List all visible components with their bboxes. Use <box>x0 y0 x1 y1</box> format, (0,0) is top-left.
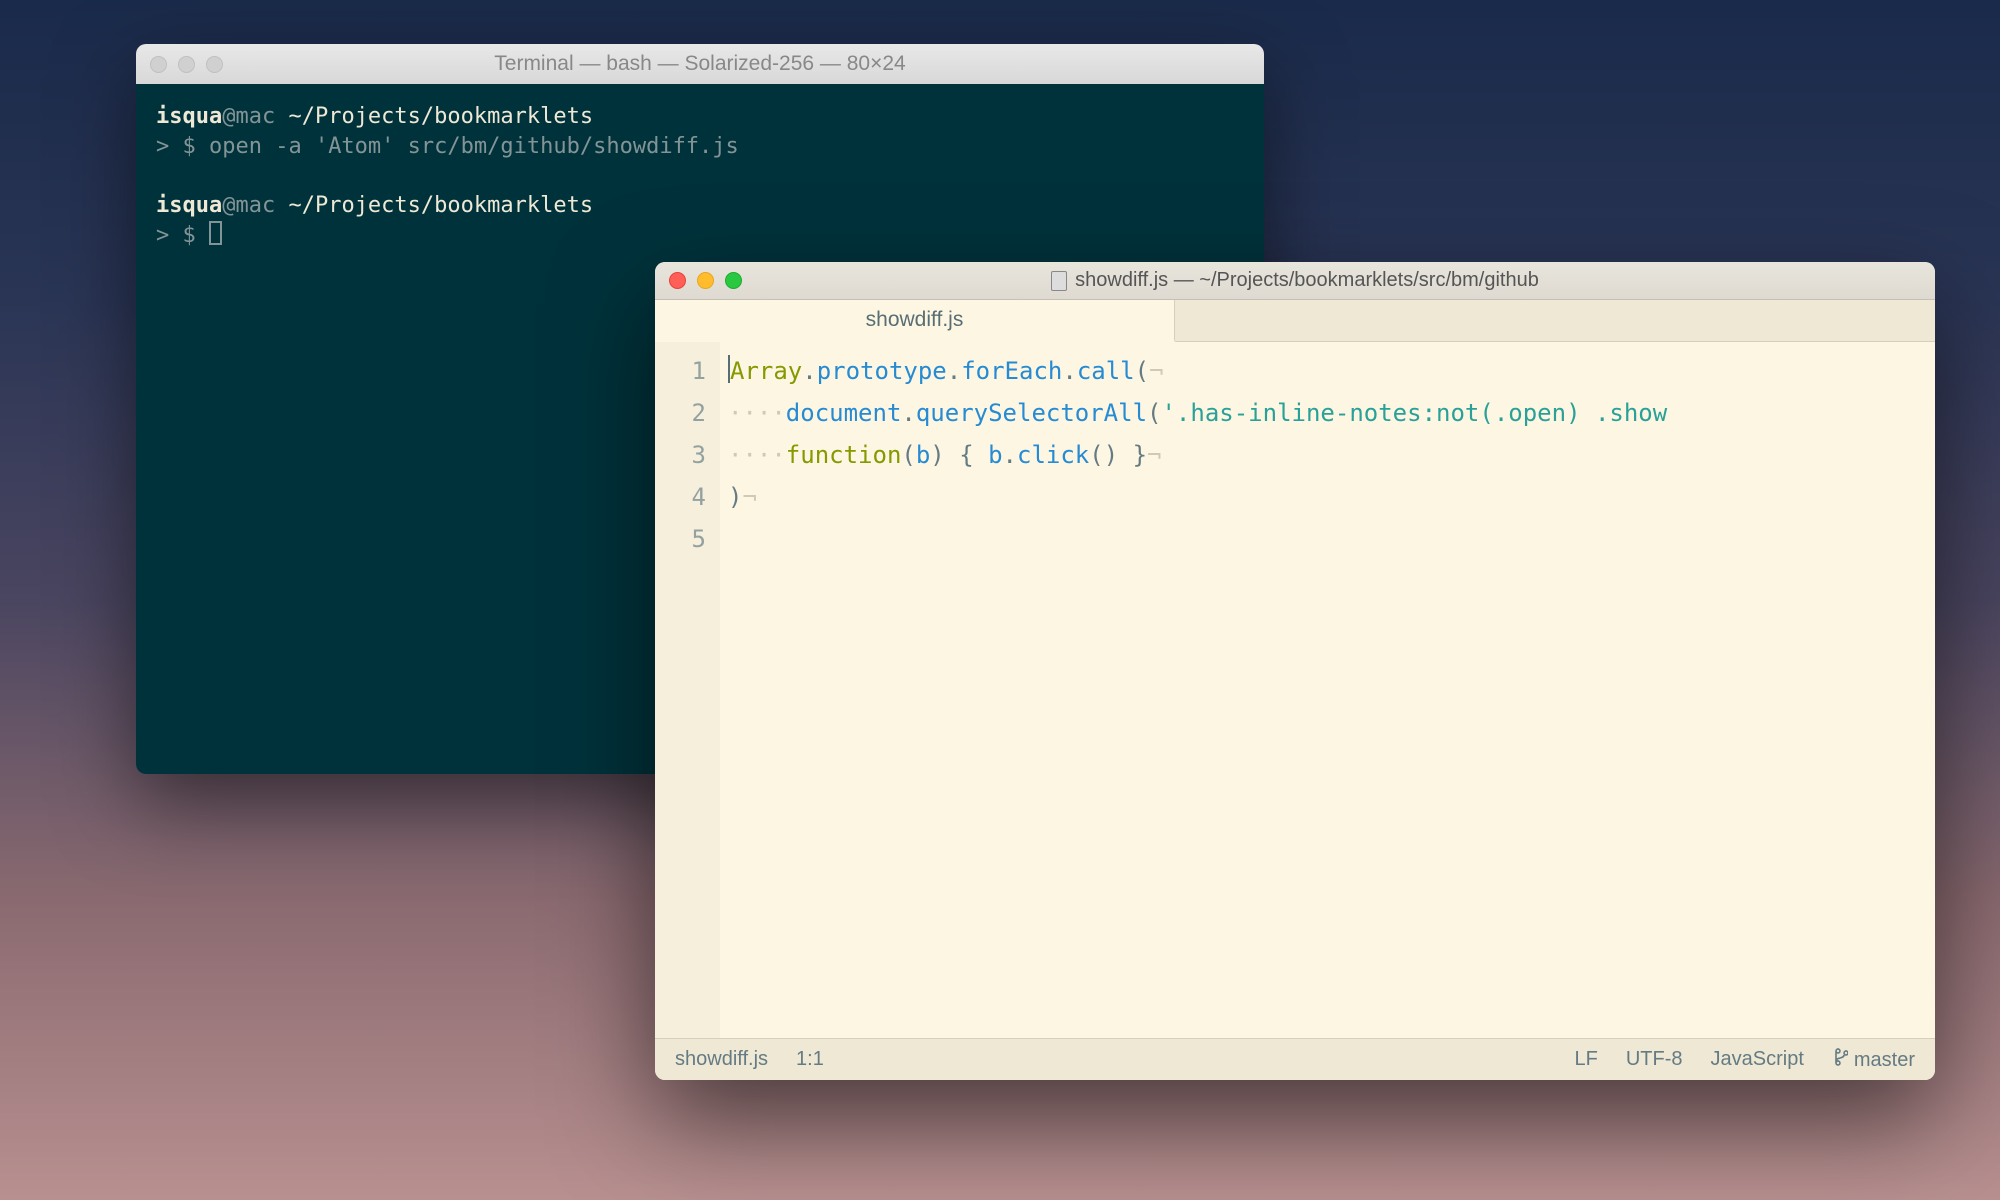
close-icon[interactable] <box>669 272 686 289</box>
terminal-line <box>156 161 1244 191</box>
line-number[interactable]: 1 <box>655 350 706 392</box>
status-line-ending[interactable]: LF <box>1574 1048 1597 1071</box>
terminal-user: isqua <box>156 104 222 129</box>
editor-tab-bar: showdiff.js <box>655 300 1935 342</box>
code-line: Array.prototype.forEach.call(¬ <box>728 350 1935 392</box>
cursor-icon <box>209 221 222 245</box>
terminal-line: isqua@mac ~/Projects/bookmarklets <box>156 102 1244 132</box>
line-number[interactable]: 5 <box>655 518 706 560</box>
line-number-gutter: 1 2 3 4 5 <box>655 342 720 1038</box>
status-bar: showdiff.js 1:1 LF UTF-8 JavaScript mast… <box>655 1038 1935 1080</box>
terminal-line: > $ open -a 'Atom' src/bm/github/showdif… <box>156 132 1244 162</box>
zoom-icon[interactable] <box>725 272 742 289</box>
git-branch-icon <box>1832 1048 1848 1066</box>
terminal-path: ~/Projects/bookmarklets <box>275 104 593 129</box>
code-area[interactable]: Array.prototype.forEach.call(¬ ····docum… <box>720 342 1935 1038</box>
close-icon[interactable] <box>150 56 167 73</box>
status-language[interactable]: JavaScript <box>1711 1048 1804 1071</box>
status-encoding[interactable]: UTF-8 <box>1626 1048 1683 1071</box>
status-git-branch[interactable]: master <box>1832 1048 1915 1072</box>
terminal-line: isqua@mac ~/Projects/bookmarklets <box>156 191 1244 221</box>
minimize-icon[interactable] <box>697 272 714 289</box>
traffic-lights <box>669 272 742 289</box>
status-cursor-position[interactable]: 1:1 <box>796 1048 824 1071</box>
zoom-icon[interactable] <box>206 56 223 73</box>
editor-title-text: showdiff.js — ~/Projects/bookmarklets/sr… <box>1075 269 1539 292</box>
minimize-icon[interactable] <box>178 56 195 73</box>
code-line: ····function(b) { b.click() }¬ <box>728 434 1935 476</box>
git-branch-name: master <box>1854 1049 1915 1071</box>
line-number[interactable]: 4 <box>655 476 706 518</box>
file-icon <box>1051 271 1067 291</box>
line-number[interactable]: 3 <box>655 434 706 476</box>
prompt-symbol: > $ <box>156 223 209 248</box>
editor-content: 1 2 3 4 5 Array.prototype.forEach.call(¬… <box>655 342 1935 1038</box>
traffic-lights <box>150 56 223 73</box>
terminal-host: @mac <box>222 104 275 129</box>
tab-label: showdiff.js <box>866 308 964 332</box>
terminal-host: @mac <box>222 193 275 218</box>
editor-window: showdiff.js — ~/Projects/bookmarklets/sr… <box>655 262 1935 1080</box>
editor-title: showdiff.js — ~/Projects/bookmarklets/sr… <box>655 269 1935 292</box>
status-filename[interactable]: showdiff.js <box>675 1048 768 1071</box>
terminal-titlebar[interactable]: Terminal — bash — Solarized-256 — 80×24 <box>136 44 1264 84</box>
prompt-symbol: > $ <box>156 134 209 159</box>
terminal-line: > $ <box>156 221 1244 251</box>
terminal-path: ~/Projects/bookmarklets <box>275 193 593 218</box>
editor-titlebar[interactable]: showdiff.js — ~/Projects/bookmarklets/sr… <box>655 262 1935 300</box>
terminal-command: open -a 'Atom' src/bm/github/showdiff.js <box>209 134 739 159</box>
line-number[interactable]: 2 <box>655 392 706 434</box>
code-line: )¬ <box>728 476 1935 518</box>
terminal-title: Terminal — bash — Solarized-256 — 80×24 <box>136 52 1264 76</box>
tab-showdiff[interactable]: showdiff.js <box>655 300 1175 342</box>
code-line: ····document.querySelectorAll('.has-inli… <box>728 392 1935 434</box>
terminal-user: isqua <box>156 193 222 218</box>
